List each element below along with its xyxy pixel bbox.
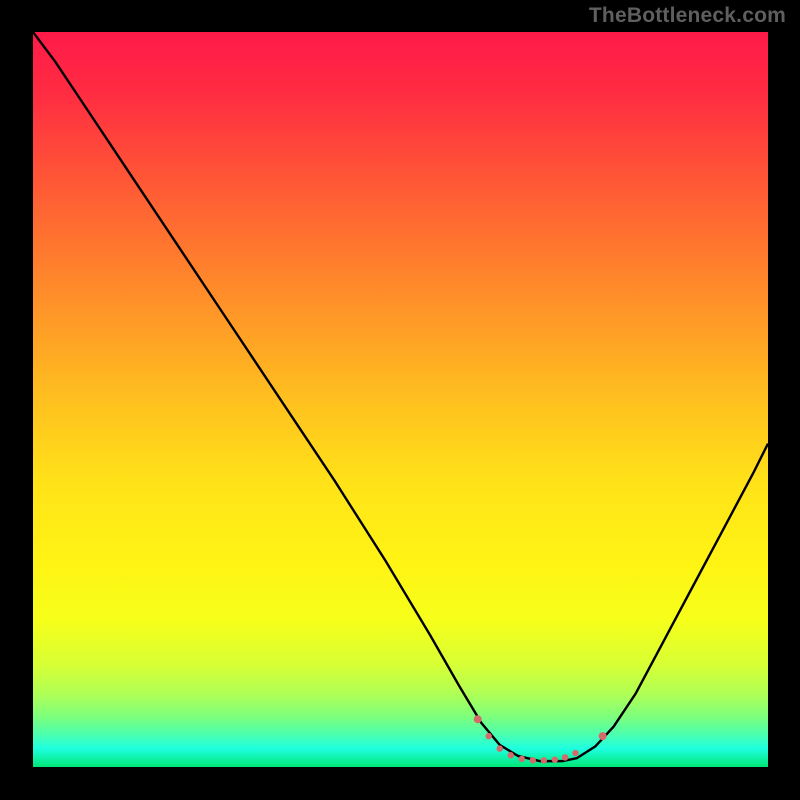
marker-dot xyxy=(508,752,514,758)
marker-dot xyxy=(519,756,525,762)
marker-dot xyxy=(572,750,578,756)
watermark-text: TheBottleneck.com xyxy=(589,4,786,28)
marker-dot xyxy=(541,757,547,763)
marker-dot xyxy=(599,732,607,740)
marker-dot xyxy=(497,745,503,751)
marker-dot xyxy=(474,715,482,723)
marker-dot xyxy=(530,757,536,763)
chart-container: TheBottleneck.com xyxy=(0,0,800,800)
marker-dot xyxy=(562,754,568,760)
bottleneck-chart xyxy=(0,0,800,800)
marker-dot xyxy=(486,733,492,739)
plot-background xyxy=(33,32,768,767)
marker-dot xyxy=(552,756,558,762)
